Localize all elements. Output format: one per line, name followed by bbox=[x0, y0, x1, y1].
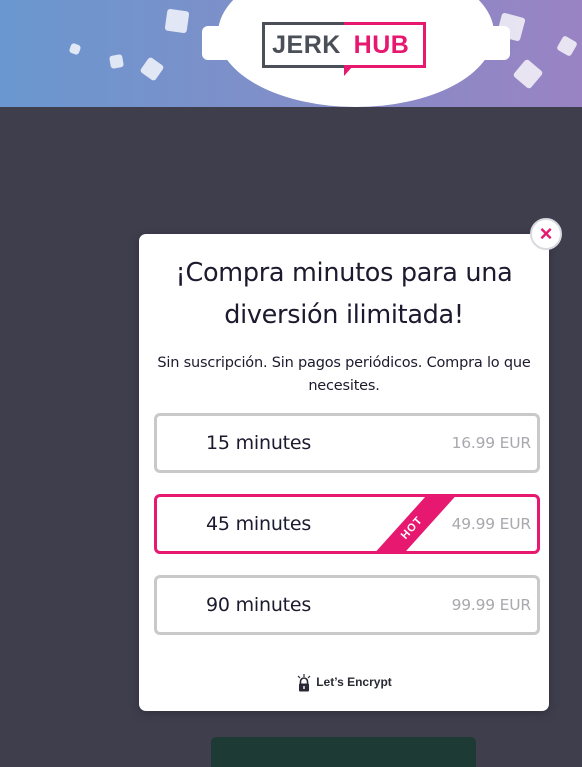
hot-badge: HOT bbox=[367, 497, 457, 551]
plan-price: 16.99 EUR bbox=[451, 434, 532, 452]
modal-title: ¡Compra minutos para una diversión ilimi… bbox=[139, 252, 549, 336]
modal-title-line2: diversión ilimitada! bbox=[224, 300, 464, 330]
plan-label: 45 minutes bbox=[206, 513, 312, 535]
modal-subtitle: Sin suscripción. Sin pagos periódicos. C… bbox=[149, 352, 539, 398]
plan-option-15-minutes[interactable]: 15 minutes 16.99 EUR bbox=[154, 413, 540, 473]
decor-cube bbox=[108, 53, 125, 70]
modal-title-line1: ¡Compra minutos para una bbox=[175, 258, 513, 288]
decor-cube bbox=[164, 8, 190, 34]
security-badge: Let’s Encrypt bbox=[139, 674, 549, 692]
decor-cube bbox=[68, 42, 82, 56]
security-label: Let’s Encrypt bbox=[316, 675, 392, 690]
site-logo[interactable]: JERK HUB bbox=[262, 22, 426, 76]
decor-cube bbox=[556, 35, 578, 57]
plan-option-45-minutes[interactable]: 45 minutes HOT 49.99 EUR bbox=[154, 494, 540, 554]
decor-cube bbox=[139, 56, 165, 82]
plan-label: 15 minutes bbox=[206, 432, 312, 454]
site-header: JERK HUB bbox=[0, 0, 582, 107]
close-button[interactable]: × bbox=[530, 218, 562, 250]
modal-subtitle-line2: necesites. bbox=[308, 378, 380, 394]
plan-price: 99.99 EUR bbox=[451, 596, 532, 614]
logo-text-jerk: JERK bbox=[262, 22, 344, 68]
logo-backdrop-tab bbox=[470, 26, 510, 60]
plan-price: 49.99 EUR bbox=[451, 515, 532, 533]
logo-backdrop-tab bbox=[202, 26, 242, 60]
plan-option-90-minutes[interactable]: 90 minutes 99.99 EUR bbox=[154, 575, 540, 635]
logo-text-hub: HUB bbox=[344, 22, 426, 68]
close-icon: × bbox=[539, 221, 553, 246]
page-cta-button[interactable] bbox=[211, 737, 476, 767]
logo-speech-tail bbox=[344, 66, 353, 76]
lock-icon bbox=[297, 674, 311, 692]
decor-cube bbox=[512, 58, 544, 90]
plan-label: 90 minutes bbox=[206, 594, 312, 616]
modal-subtitle-line1: Sin suscripción. Sin pagos periódicos. C… bbox=[157, 355, 531, 371]
